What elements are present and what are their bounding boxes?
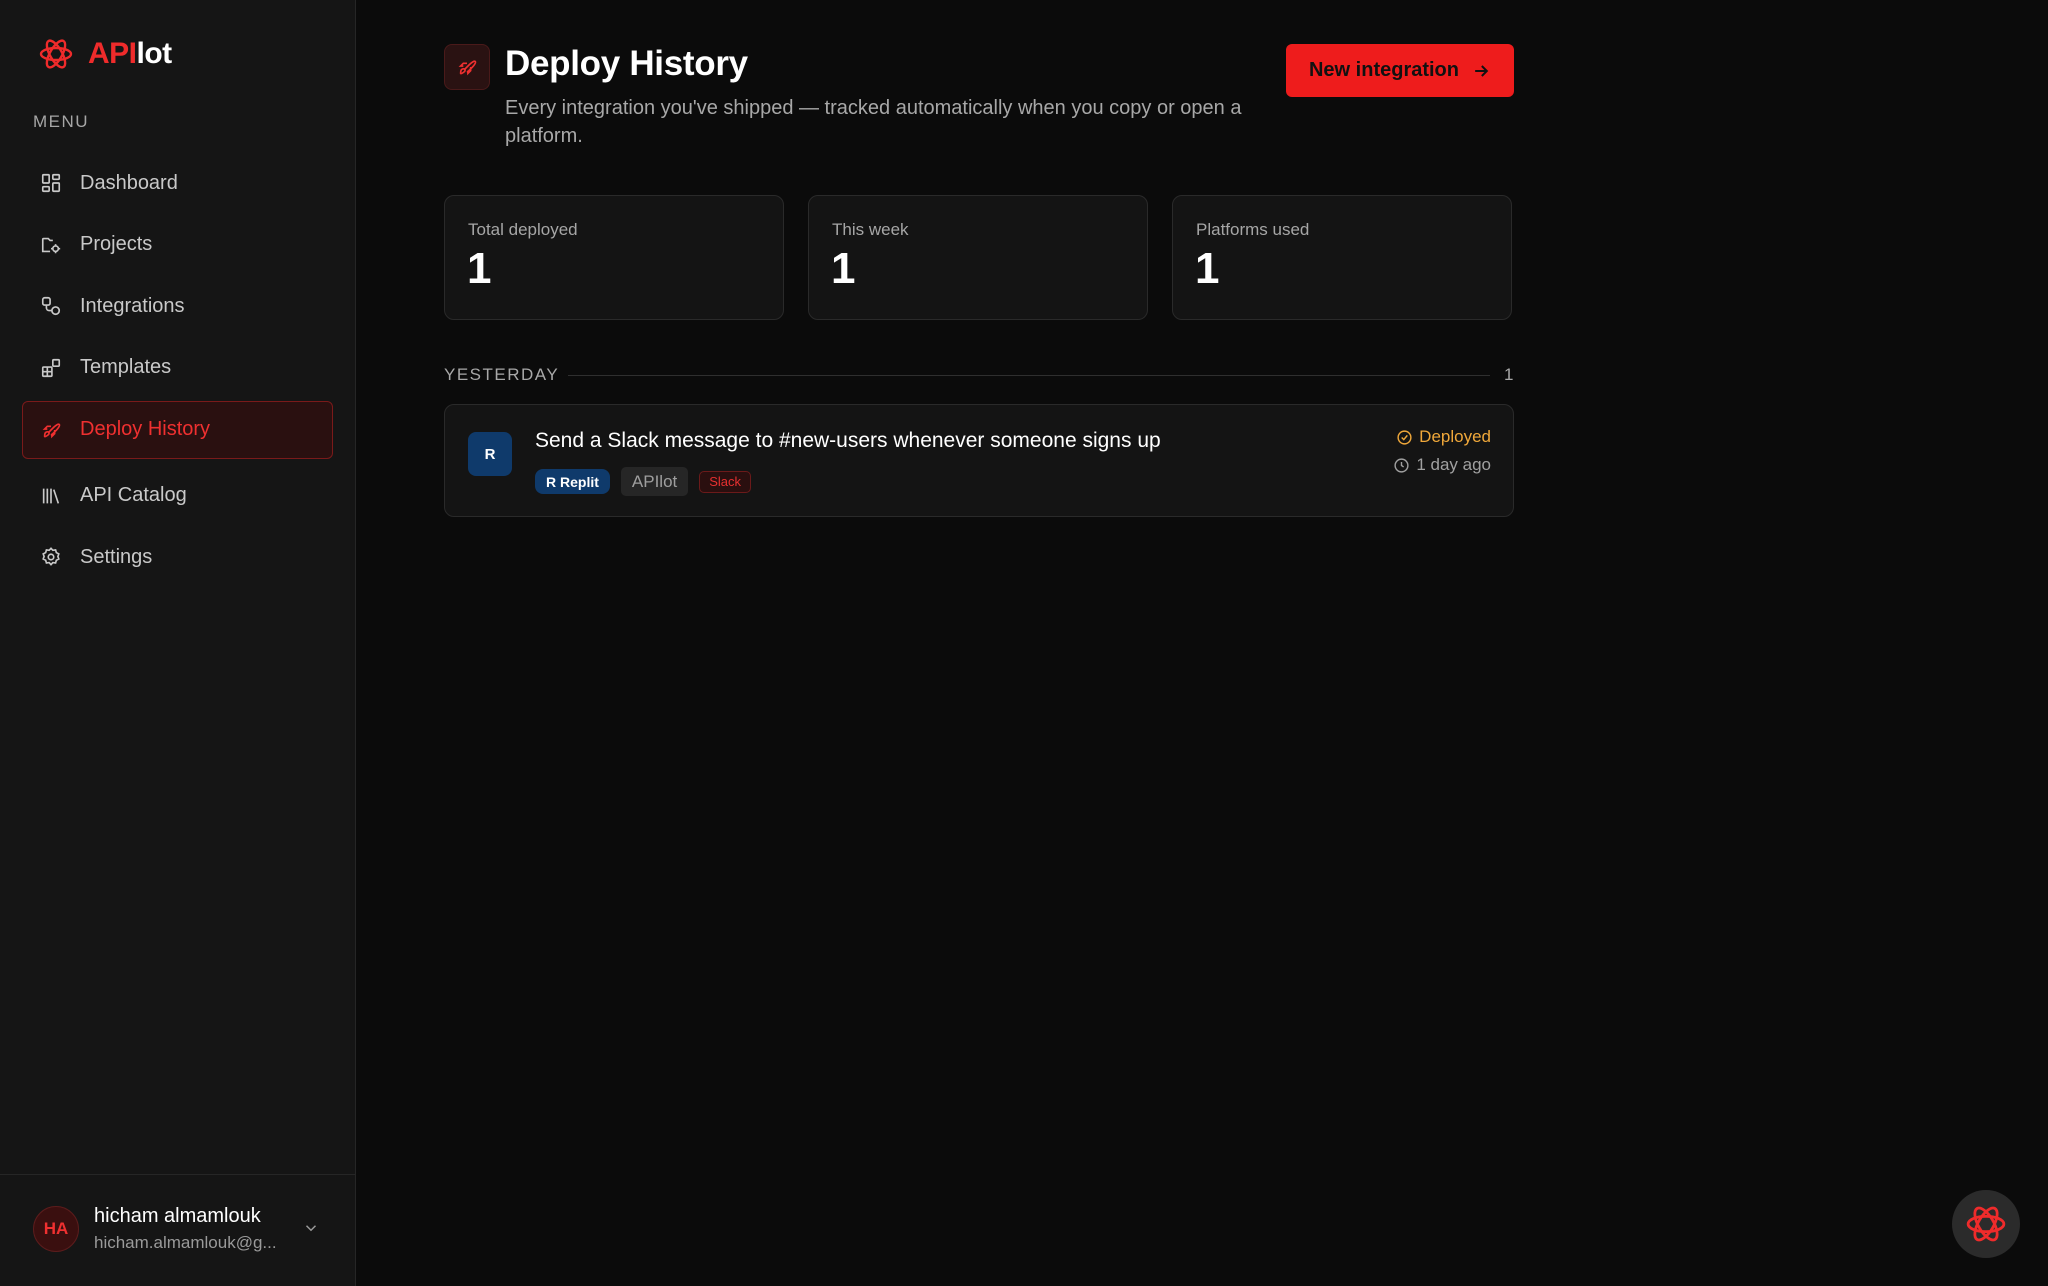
- tag-source: APIlot: [620, 467, 689, 496]
- deploy-tags: R Replit APIlot Slack: [535, 467, 752, 496]
- brand[interactable]: APIlot: [38, 36, 172, 72]
- stat-card-total-deployed: Total deployed 1: [444, 195, 784, 320]
- stat-label: This week: [832, 220, 909, 239]
- sidebar-item-integrations[interactable]: Integrations: [22, 277, 333, 335]
- sidebar-item-deploy-history[interactable]: Deploy History: [22, 400, 333, 459]
- stat-label: Total deployed: [468, 220, 578, 239]
- page-title: Deploy History: [505, 44, 748, 83]
- chevron-down-icon[interactable]: [302, 1219, 320, 1237]
- apilot-logo-icon: [39, 39, 73, 69]
- sidebar-item-settings[interactable]: Settings: [22, 528, 333, 586]
- new-integration-label: New integration: [1308, 59, 1459, 81]
- platform-avatar: R: [468, 432, 512, 476]
- user-email: hicham.almamlouk@g...: [94, 1233, 277, 1252]
- deploy-history-item[interactable]: R Send a Slack message to #new-users whe…: [444, 404, 1514, 517]
- user-menu[interactable]: HA hicham almamlouk hicham.almamlouk@g..…: [0, 1174, 356, 1286]
- library-icon: [42, 488, 60, 504]
- group-count: 1: [1504, 365, 1514, 384]
- sidebar-item-projects[interactable]: Projects: [22, 216, 333, 274]
- status-badge: Deployed: [1396, 427, 1491, 447]
- page-icon: [444, 44, 490, 90]
- stat-value: 1: [467, 244, 492, 293]
- brand-name-rest: lot: [136, 37, 173, 70]
- rocket-icon: [458, 60, 477, 76]
- sidebar-item-api-catalog[interactable]: API Catalog: [22, 467, 333, 525]
- sidebar-item-label: Integrations: [80, 294, 185, 317]
- menu-label: MENU: [33, 112, 90, 131]
- sidebar-item-label: Settings: [80, 545, 153, 568]
- deploy-title: Send a Slack message to #new-users whene…: [535, 429, 1161, 452]
- stat-card-platforms-used: Platforms used 1: [1172, 195, 1512, 320]
- stat-value: 1: [1195, 244, 1220, 293]
- user-name: hicham almamlouk: [94, 1205, 261, 1227]
- sidebar-item-label: API Catalog: [80, 484, 187, 506]
- projects-icon: [41, 237, 61, 253]
- sidebar-item-label: Templates: [80, 356, 172, 378]
- apilot-logo-icon: [1966, 1206, 2006, 1242]
- sidebar: APIlot MENU Dashboard Projects Integrati…: [0, 0, 356, 1286]
- sidebar-nav: Dashboard Projects Integrations Template…: [22, 154, 333, 590]
- sidebar-item-templates[interactable]: Templates: [22, 339, 333, 397]
- check-circle-icon: [1397, 429, 1412, 445]
- deploy-time: 1 day ago: [1393, 455, 1491, 475]
- page-subtitle: Every integration you've shipped — track…: [505, 97, 1242, 147]
- templates-icon: [41, 358, 61, 377]
- tag-service: Slack: [699, 470, 752, 493]
- time-text: 1 day ago: [1416, 455, 1491, 474]
- assistant-button[interactable]: [1952, 1190, 2020, 1258]
- status-text: Deployed: [1419, 427, 1491, 446]
- dashboard-icon: [41, 173, 61, 193]
- gear-icon: [42, 547, 60, 566]
- sidebar-item-label: Dashboard: [80, 171, 178, 194]
- group-divider: [568, 375, 1490, 376]
- integrations-icon: [41, 296, 61, 316]
- stat-card-this-week: This week 1: [808, 195, 1148, 320]
- stat-value: 1: [831, 244, 856, 293]
- stat-label: Platforms used: [1196, 220, 1310, 239]
- rocket-icon: [42, 422, 61, 438]
- new-integration-button[interactable]: New integration: [1286, 44, 1514, 97]
- arrow-right-icon: [1475, 64, 1489, 77]
- sidebar-item-dashboard[interactable]: Dashboard: [22, 154, 333, 212]
- brand-name-accent: API: [88, 37, 137, 70]
- sidebar-item-label: Deploy History: [80, 418, 211, 440]
- clock-icon: [1394, 457, 1409, 473]
- sidebar-item-label: Projects: [80, 233, 153, 255]
- app-window: APIlot MENU Dashboard Projects Integrati…: [0, 0, 2048, 1286]
- brand-name: APIlot: [88, 37, 172, 71]
- group-label-yesterday: YESTERDAY: [444, 365, 560, 384]
- tag-platform: R Replit: [535, 469, 610, 494]
- avatar: HA: [33, 1206, 79, 1252]
